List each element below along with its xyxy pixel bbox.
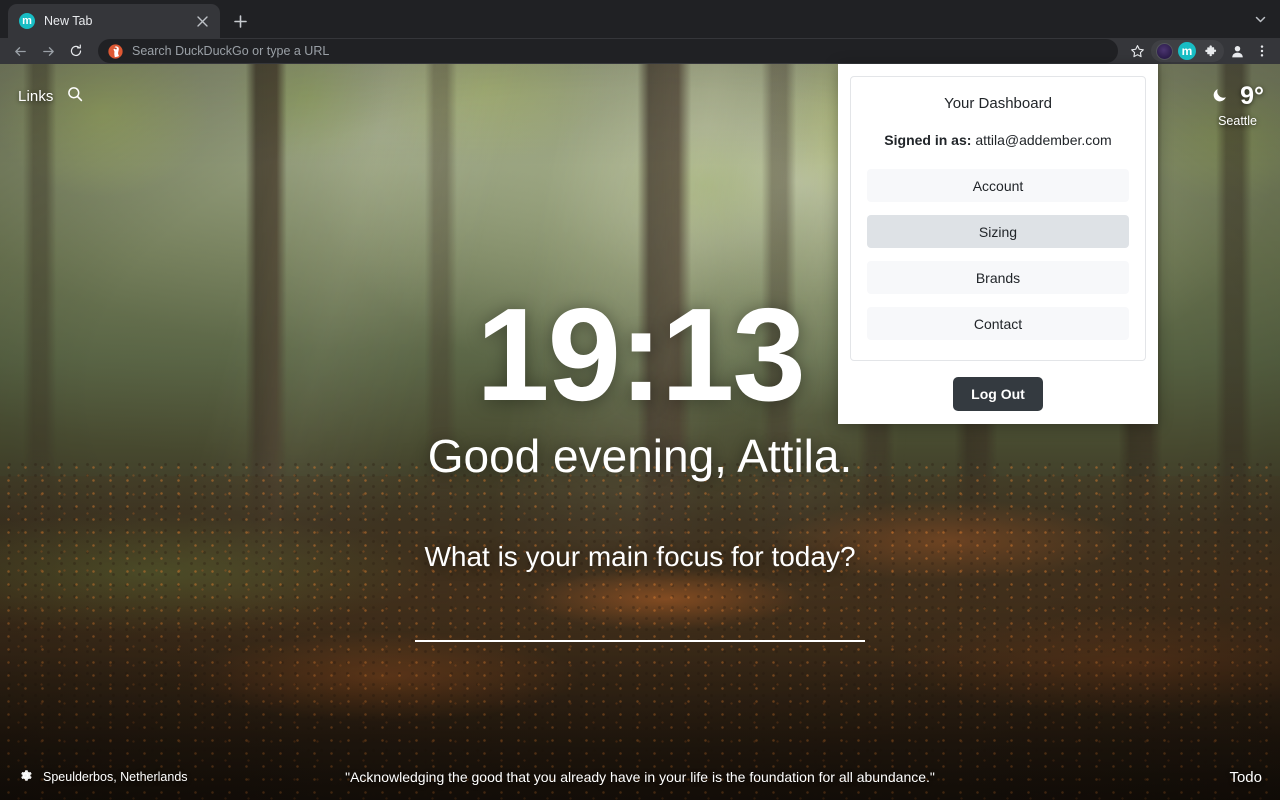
- browser-toolbar: Search DuckDuckGo or type a URL m: [0, 38, 1280, 64]
- duckduckgo-icon: [108, 43, 123, 59]
- extension-pill: m: [1151, 40, 1224, 62]
- browser-tab-new-tab[interactable]: m New Tab: [8, 4, 220, 38]
- newtab-footer: Speulderbos, Netherlands "Acknowledging …: [0, 754, 1280, 800]
- address-bar[interactable]: Search DuckDuckGo or type a URL: [98, 39, 1118, 63]
- weather-city: Seattle: [1218, 114, 1257, 128]
- m-extension-icon[interactable]: m: [1178, 42, 1196, 60]
- tab-strip: m New Tab: [0, 0, 1280, 38]
- address-bar-placeholder: Search DuckDuckGo or type a URL: [132, 44, 330, 58]
- links-menu[interactable]: Links: [18, 86, 83, 106]
- tab-title: New Tab: [44, 14, 93, 28]
- weather-temperature: 9°: [1240, 82, 1264, 110]
- weather-widget[interactable]: 9° Seattle: [1211, 84, 1264, 128]
- puzzle-piece-icon[interactable]: [1200, 41, 1220, 61]
- browser-window: m New Tab Search DuckDuckGo or type a UR…: [0, 0, 1280, 800]
- dashboard-popup: Your Dashboard Signed in as: attila@adde…: [838, 64, 1158, 424]
- focus-section: What is your main focus for today?: [415, 541, 865, 643]
- links-label: Links: [18, 87, 54, 105]
- search-icon[interactable]: [67, 86, 83, 106]
- back-arrow-icon[interactable]: [6, 39, 34, 63]
- crescent-moon-icon: [1211, 85, 1230, 109]
- logout-row: Log Out: [850, 377, 1146, 411]
- close-icon[interactable]: [193, 12, 211, 30]
- logout-button[interactable]: Log Out: [953, 377, 1043, 411]
- star-icon[interactable]: [1125, 39, 1149, 63]
- signed-in-row: Signed in as: attila@addember.com: [867, 132, 1129, 148]
- person-icon[interactable]: [1225, 39, 1249, 63]
- tab-favicon-icon: m: [19, 13, 35, 29]
- dashboard-button-sizing[interactable]: Sizing: [867, 215, 1129, 248]
- profile-avatar-icon[interactable]: [1156, 42, 1173, 60]
- focus-input[interactable]: [415, 598, 865, 643]
- dashboard-title: Your Dashboard: [944, 95, 1052, 112]
- signed-in-email: attila@addember.com: [975, 132, 1112, 148]
- signed-in-label: Signed in as:: [884, 132, 972, 148]
- reload-icon[interactable]: [62, 39, 90, 63]
- dashboard-card: Your Dashboard Signed in as: attila@adde…: [850, 76, 1146, 361]
- new-tab-button[interactable]: [226, 7, 254, 35]
- chevron-down-icon[interactable]: [1246, 5, 1274, 33]
- dashboard-button-brands[interactable]: Brands: [867, 261, 1129, 294]
- three-dot-menu-icon[interactable]: [1250, 39, 1274, 63]
- quote-text: "Acknowledging the good that you already…: [345, 769, 935, 785]
- dashboard-button-contact[interactable]: Contact: [867, 307, 1129, 340]
- forward-arrow-icon[interactable]: [34, 39, 62, 63]
- focus-question: What is your main focus for today?: [424, 541, 856, 573]
- dashboard-button-account[interactable]: Account: [867, 169, 1129, 202]
